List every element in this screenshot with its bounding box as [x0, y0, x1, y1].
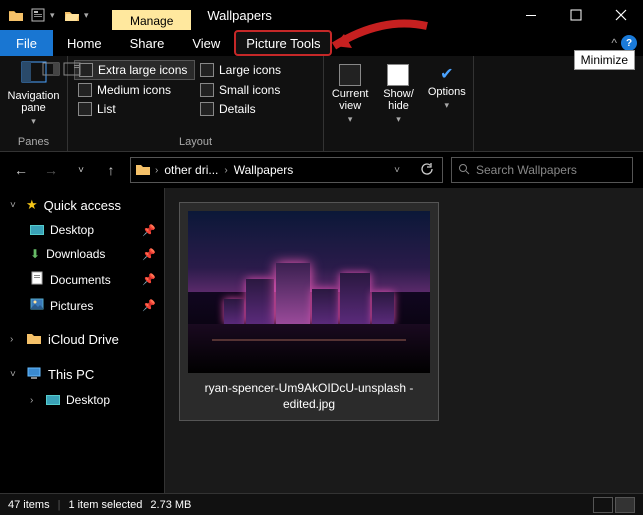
sidebar-item-quick-access[interactable]: ˅ ★ Quick access [0, 192, 164, 218]
ribbon-group-layout: Extra large icons Large icons Medium ico… [68, 56, 324, 151]
breadcrumb-segment[interactable]: Wallpapers [232, 163, 296, 177]
downloads-icon: ⬇ [30, 247, 40, 261]
folder-icon [26, 331, 42, 348]
thumbnail-image [188, 211, 430, 373]
quick-access-toolbar: ▾ ▾ [0, 5, 94, 25]
chevron-right-icon[interactable]: › [10, 334, 20, 345]
layout-medium-icons[interactable]: Medium icons [74, 81, 195, 99]
tab-picture-tools[interactable]: Picture Tools [234, 30, 332, 56]
layout-list[interactable]: List [74, 100, 195, 118]
pin-icon: 📌 [142, 248, 156, 261]
desktop-icon [46, 395, 60, 405]
pin-icon: 📌 [142, 273, 156, 286]
sidebar-item-pictures[interactable]: Pictures 📌 [0, 293, 164, 318]
ribbon-tabs: File Home Share View Picture Tools ^ ? [0, 30, 643, 56]
status-size: 2.73 MB [150, 499, 191, 511]
folder-dropdown-icon[interactable]: ▾ [84, 10, 94, 21]
window-title: Wallpapers [207, 8, 272, 23]
sidebar-item-icloud[interactable]: › iCloud Drive [0, 326, 164, 353]
search-input[interactable]: Search Wallpapers [451, 157, 633, 183]
search-placeholder: Search Wallpapers [476, 163, 577, 177]
layout-details[interactable]: Details [196, 100, 317, 118]
documents-icon [30, 271, 44, 288]
layout-group-label: Layout [74, 134, 317, 151]
tab-home[interactable]: Home [53, 30, 116, 56]
sidebar-item-this-pc[interactable]: ˅ This PC [0, 361, 164, 388]
properties-icon[interactable] [28, 5, 48, 25]
back-button[interactable]: ← [10, 162, 32, 178]
maximize-button[interactable] [553, 0, 598, 30]
file-thumbnail[interactable]: ryan-spencer-Um9AkOIDcU-unsplash - edite… [179, 202, 439, 421]
minimize-button[interactable] [508, 0, 553, 30]
show-hide-button[interactable]: Show/ hide ▾ [378, 64, 418, 125]
tab-share[interactable]: Share [116, 30, 179, 56]
sidebar-item-desktop[interactable]: Desktop 📌 [0, 218, 164, 242]
refresh-button[interactable] [412, 162, 442, 179]
context-tab-manage[interactable]: Manage [112, 10, 191, 30]
pictures-icon [30, 298, 44, 313]
pin-icon: 📌 [142, 299, 156, 312]
breadcrumb-segment[interactable]: other dri... [162, 163, 220, 177]
pin-icon: 📌 [142, 224, 156, 237]
sidebar-item-desktop-pc[interactable]: › Desktop [0, 388, 164, 412]
help-icon[interactable]: ? [621, 35, 637, 51]
options-check-icon: ✔ [440, 64, 453, 84]
close-button[interactable] [598, 0, 643, 30]
desktop-icon [30, 225, 44, 235]
chevron-down-icon[interactable]: ˅ [10, 200, 20, 211]
ribbon-group-panes: Navigation pane ▾ Panes [0, 56, 68, 151]
minimize-tooltip: Minimize [574, 50, 635, 70]
tab-view[interactable]: View [178, 30, 234, 56]
layout-small-icons[interactable]: Small icons [196, 81, 317, 99]
status-bar: 47 items | 1 item selected 2.73 MB [0, 493, 643, 515]
details-view-toggle[interactable] [593, 497, 613, 513]
current-view-button[interactable]: Current view ▾ [330, 64, 370, 125]
search-icon [458, 163, 470, 178]
address-dropdown-icon[interactable]: ˅ [386, 165, 408, 176]
navigation-bar: ← → ˅ ↑ › other dri... › Wallpapers ˅ Se… [0, 152, 643, 188]
qat-dropdown-icon[interactable]: ▾ [50, 10, 60, 21]
chevron-right-icon[interactable]: › [30, 395, 40, 406]
folder-icon [135, 162, 151, 179]
details-pane-icon[interactable] [63, 62, 81, 79]
status-selected-count: 1 item selected [68, 499, 142, 511]
preview-pane-icon[interactable] [42, 62, 60, 79]
ribbon-body: Navigation pane ▾ Panes Extra large icon… [0, 56, 643, 152]
status-item-count: 47 items [8, 499, 50, 511]
thumbnails-view-toggle[interactable] [615, 497, 635, 513]
sidebar-item-downloads[interactable]: ⬇ Downloads 📌 [0, 242, 164, 266]
file-name: ryan-spencer-Um9AkOIDcU-unsplash - edite… [188, 381, 430, 412]
title-bar: ▾ ▾ Manage Wallpapers [0, 0, 643, 30]
folder-icon [6, 5, 26, 25]
sidebar-item-documents[interactable]: Documents 📌 [0, 266, 164, 293]
chevron-down-icon[interactable]: ˅ [10, 369, 20, 380]
recent-locations-icon[interactable]: ˅ [70, 165, 92, 176]
navigation-pane-label: Navigation pane [6, 90, 61, 114]
tab-file[interactable]: File [0, 30, 53, 56]
pc-icon [26, 366, 42, 383]
up-button[interactable]: ↑ [100, 162, 122, 178]
chevron-right-icon[interactable]: › [155, 165, 158, 176]
file-pane[interactable]: ryan-spencer-Um9AkOIDcU-unsplash - edite… [165, 188, 643, 493]
content-area: ˅ ★ Quick access Desktop 📌 ⬇ Downloads 📌… [0, 188, 643, 493]
chevron-right-icon[interactable]: › [224, 165, 227, 176]
layout-large-icons[interactable]: Large icons [196, 60, 317, 80]
current-view-icon [339, 64, 361, 86]
open-folder-icon [62, 5, 82, 25]
show-hide-icon [387, 64, 409, 86]
star-icon: ★ [26, 197, 38, 213]
layout-extra-large-icons[interactable]: Extra large icons [74, 60, 195, 80]
collapse-ribbon-icon[interactable]: ^ [611, 36, 617, 50]
sidebar: ˅ ★ Quick access Desktop 📌 ⬇ Downloads 📌… [0, 188, 165, 493]
ribbon-group-other: Current view ▾ Show/ hide ▾ ✔ Options ▾ [324, 56, 474, 151]
address-bar[interactable]: › other dri... › Wallpapers ˅ [130, 157, 443, 183]
forward-button[interactable]: → [40, 162, 62, 178]
panes-group-label: Panes [18, 134, 49, 151]
options-button[interactable]: ✔ Options ▾ [427, 64, 467, 125]
